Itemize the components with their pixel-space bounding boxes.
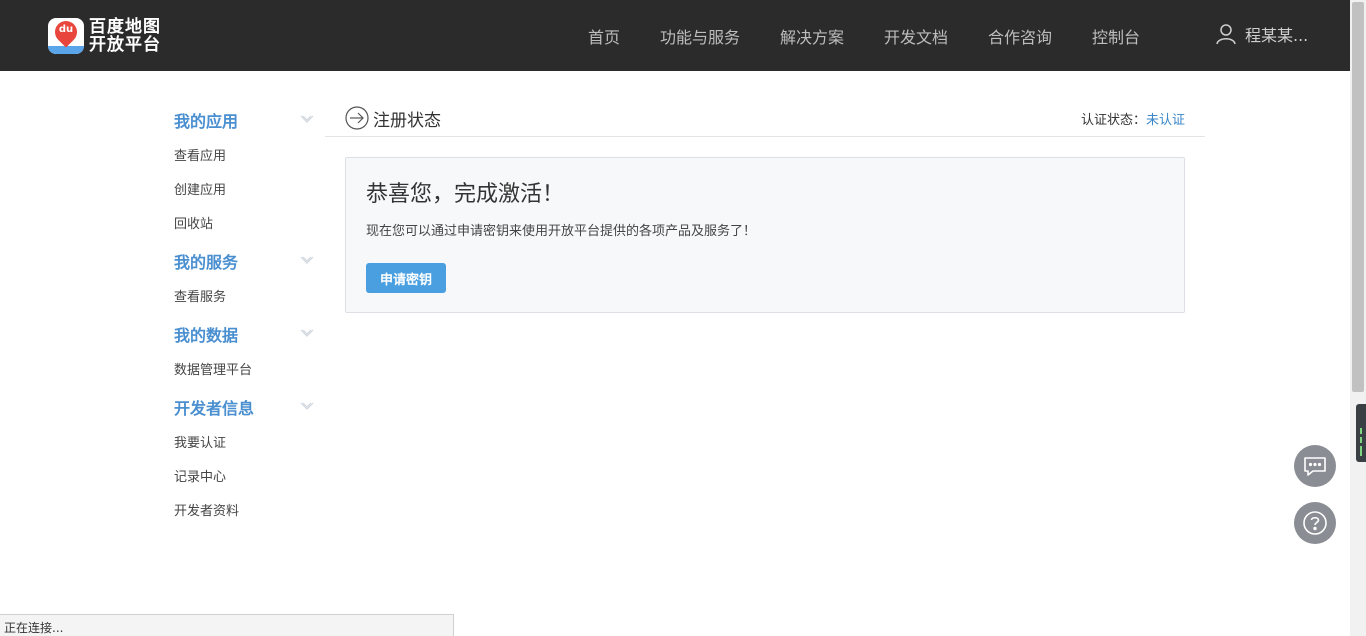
- status-text: 正在连接...: [4, 621, 64, 635]
- help-icon: [1303, 511, 1327, 535]
- logo-line-2: 开放平台: [89, 35, 161, 55]
- nav-dev-docs[interactable]: 开发文档: [884, 24, 948, 48]
- vertical-scrollbar[interactable]: [1350, 0, 1366, 636]
- logo[interactable]: du 百度地图 开放平台: [48, 17, 161, 55]
- help-button[interactable]: [1294, 502, 1336, 544]
- top-nav-bar: du 百度地图 开放平台 首页 功能与服务 解决方案 开发文档 合作咨询 控制台…: [0, 0, 1350, 71]
- chevron-down-icon[interactable]: [300, 114, 314, 124]
- user-menu[interactable]: 程某某...: [1215, 22, 1308, 46]
- main-header: 注册状态 认证状态：未认证: [325, 100, 1205, 137]
- sidebar-item-view-services[interactable]: 查看服务: [174, 286, 226, 305]
- sidebar-item-data-platform[interactable]: 数据管理平台: [174, 359, 252, 378]
- nav-solutions[interactable]: 解决方案: [780, 24, 844, 48]
- chevron-down-icon[interactable]: [300, 255, 314, 265]
- sidebar-section-developer-info[interactable]: 开发者信息: [174, 395, 254, 419]
- nav-console[interactable]: 控制台: [1092, 24, 1140, 48]
- user-icon: [1216, 24, 1236, 45]
- arrow-right-circle-icon: [345, 106, 369, 130]
- activation-card: 恭喜您，完成激活！ 现在您可以通过申请密钥来使用开放平台提供的各项产品及服务了！…: [345, 157, 1185, 313]
- auth-status: 认证状态：未认证: [1081, 109, 1185, 128]
- page-title: 注册状态: [373, 111, 441, 131]
- logo-line-1: 百度地图: [89, 17, 161, 37]
- activation-headline: 恭喜您，完成激活！: [366, 182, 565, 207]
- sidebar-item-records[interactable]: 记录中心: [174, 466, 226, 485]
- chat-icon: [1304, 457, 1326, 476]
- chevron-down-icon[interactable]: [300, 328, 314, 338]
- chevron-down-icon[interactable]: [300, 401, 314, 411]
- sidebar-section-my-services[interactable]: 我的服务: [174, 249, 238, 273]
- user-name: 程某某...: [1245, 26, 1309, 45]
- sidebar-item-certify[interactable]: 我要认证: [174, 432, 226, 451]
- sidebar-section-my-data[interactable]: 我的数据: [174, 322, 238, 346]
- nav-features-services[interactable]: 功能与服务: [660, 24, 740, 48]
- logo-badge-text: du: [58, 24, 74, 35]
- logo-text: 百度地图 开放平台: [89, 18, 161, 54]
- sidebar-item-create-app[interactable]: 创建应用: [174, 179, 226, 198]
- auth-status-label: 认证状态：: [1080, 113, 1146, 128]
- chat-button[interactable]: [1294, 445, 1336, 487]
- baidu-map-logo-icon: du: [48, 18, 84, 54]
- auth-status-link[interactable]: 未认证: [1146, 113, 1185, 128]
- sidebar-section-my-apps[interactable]: 我的应用: [174, 108, 238, 132]
- scrollbar-thumb[interactable]: [1352, 2, 1364, 392]
- sidebar-item-view-apps[interactable]: 查看应用: [174, 145, 226, 164]
- activation-description: 现在您可以通过申请密钥来使用开放平台提供的各项产品及服务了！: [366, 224, 757, 239]
- browser-status-bar: 正在连接...: [0, 614, 454, 636]
- nav-cooperation[interactable]: 合作咨询: [988, 24, 1052, 48]
- side-widget[interactable]: [1356, 404, 1366, 462]
- sidebar-item-developer-profile[interactable]: 开发者资料: [174, 500, 239, 519]
- apply-key-button[interactable]: 申请密钥: [366, 263, 446, 293]
- nav-home[interactable]: 首页: [588, 24, 620, 48]
- sidebar-item-recycle-bin[interactable]: 回收站: [174, 213, 213, 232]
